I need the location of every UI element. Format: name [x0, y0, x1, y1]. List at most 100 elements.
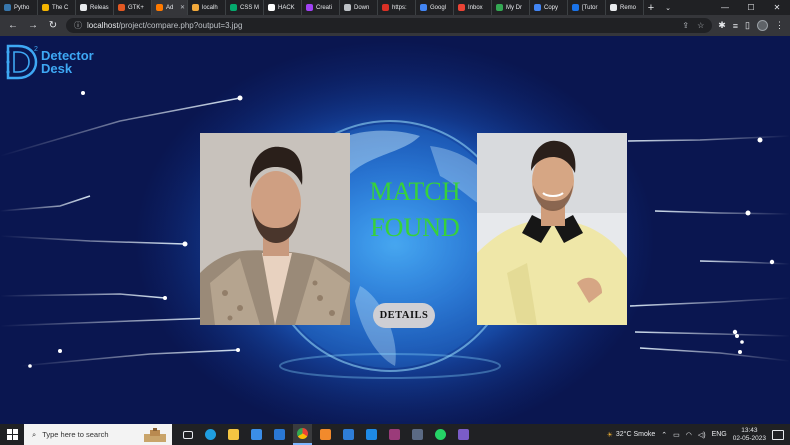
browser-tab[interactable]: [Tutor: [568, 0, 606, 15]
chrome-taskbar-icon[interactable]: [293, 424, 312, 445]
tab-favicon-icon: [306, 4, 313, 11]
browser-tab[interactable]: The C: [38, 0, 76, 15]
tab-label: My Dr: [506, 4, 522, 11]
xampp-icon[interactable]: [316, 424, 335, 445]
window-controls: — ☐ ✕: [712, 0, 790, 15]
task-view-icon[interactable]: [178, 424, 197, 445]
weather-text: 32°C Smoke: [615, 431, 656, 438]
address-bar[interactable]: ⓘ localhost/project/compare.php?output=3…: [66, 18, 713, 33]
chevron-down-icon[interactable]: ⌄: [658, 4, 678, 12]
close-window-icon[interactable]: ✕: [764, 0, 790, 15]
network-icon[interactable]: ▭: [673, 431, 680, 439]
browser-tab[interactable]: https:: [378, 0, 416, 15]
reload-icon[interactable]: ↻: [46, 20, 60, 31]
browser-tab[interactable]: My Dr: [492, 0, 530, 15]
portrait-image: [477, 133, 627, 325]
logo-text-line2: Desk: [41, 61, 73, 76]
taskbar: ⌕ Type here to search ☀ 32°C Smoke ⌃ ▭ ◠…: [0, 424, 790, 445]
match-result-line1: MATCH: [369, 177, 461, 206]
back-icon[interactable]: ←: [6, 20, 20, 31]
tab-favicon-icon: [420, 4, 427, 11]
tab-label: [Tutor: [582, 4, 598, 11]
tab-label: The C: [52, 4, 69, 11]
wifi-icon[interactable]: ◠: [686, 431, 692, 439]
app-icon[interactable]: [408, 424, 427, 445]
start-button[interactable]: [0, 424, 24, 445]
svg-text:2: 2: [34, 46, 38, 53]
minimize-icon[interactable]: —: [712, 0, 738, 15]
browser-tab[interactable]: Remo: [606, 0, 644, 15]
search-highlight-illustration: [144, 427, 166, 442]
vscode-icon[interactable]: [362, 424, 381, 445]
tab-label: Googl: [430, 4, 447, 11]
details-button[interactable]: DETAILS: [373, 303, 435, 328]
extensions-icon[interactable]: ✱: [718, 20, 726, 31]
notification-icon[interactable]: [772, 429, 784, 440]
browser-tab[interactable]: GTK+: [114, 0, 152, 15]
tab-label: HACK: [278, 4, 295, 11]
browser-tab[interactable]: CSS M: [226, 0, 264, 15]
browser-tab[interactable]: Down: [340, 0, 378, 15]
app-icon-2[interactable]: [454, 424, 473, 445]
photos-icon[interactable]: [339, 424, 358, 445]
winrar-icon[interactable]: [385, 424, 404, 445]
browser-tab[interactable]: localh: [188, 0, 226, 15]
reading-list-icon[interactable]: ≡: [733, 21, 738, 31]
clock[interactable]: 13:43 02-05-2023: [733, 427, 766, 443]
browser-tab[interactable]: HACK: [264, 0, 302, 15]
browser-tab[interactable]: Pytho: [0, 0, 38, 15]
tab-label: Down: [354, 4, 370, 11]
forward-icon[interactable]: →: [26, 20, 40, 31]
edge-browser-icon[interactable]: [201, 424, 220, 445]
site-info-icon[interactable]: ⓘ: [74, 20, 82, 31]
language-indicator[interactable]: ENG: [712, 431, 727, 438]
maximize-icon[interactable]: ☐: [738, 0, 764, 15]
profile-avatar-icon[interactable]: [757, 20, 768, 31]
tab-favicon-icon: [496, 4, 503, 11]
tab-strip: Pytho The C Releas GTK+ Ad ✕ localh CSS M HACK Cr…: [0, 0, 790, 15]
whatsapp-icon[interactable]: [431, 424, 450, 445]
browser-tab[interactable]: Copy: [530, 0, 568, 15]
tab-favicon-icon: [4, 4, 11, 11]
tab-label: Releas: [90, 4, 109, 11]
browser-toolbar: ← → ↻ ⓘ localhost/project/compare.php?ou…: [0, 15, 790, 36]
system-tray: ☀ 32°C Smoke ⌃ ▭ ◠ ◁) ENG 13:43 02-05-20…: [607, 427, 790, 443]
tab-favicon-icon: [230, 4, 237, 11]
share-icon[interactable]: ⇪: [682, 21, 689, 30]
volume-icon[interactable]: ◁): [698, 431, 706, 439]
chevron-up-icon[interactable]: ⌃: [661, 431, 667, 439]
side-panel-icon[interactable]: ▯: [745, 20, 750, 31]
tab-label: Copy: [544, 4, 559, 11]
menu-kebab-icon[interactable]: ⋮: [775, 20, 784, 31]
weather-widget[interactable]: ☀ 32°C Smoke: [607, 431, 656, 439]
search-placeholder: Type here to search: [42, 430, 109, 439]
mail-icon[interactable]: [270, 424, 289, 445]
page-viewport: 2 Detector Desk MATCH FOUND DETAILS: [0, 36, 790, 424]
tab-favicon-icon: [458, 4, 465, 11]
store-icon[interactable]: [247, 424, 266, 445]
detector-desk-logo[interactable]: 2 Detector Desk: [4, 42, 94, 82]
windows-logo-icon: [6, 429, 18, 440]
browser-tab[interactable]: Googl: [416, 0, 454, 15]
browser-tab[interactable]: Creati: [302, 0, 340, 15]
tab-favicon-icon: [118, 4, 125, 11]
tab-label: localh: [202, 4, 218, 11]
browser-tab[interactable]: Releas: [76, 0, 114, 15]
new-tab-button[interactable]: +: [644, 2, 658, 14]
bookmark-star-icon[interactable]: ☆: [697, 21, 704, 30]
browser-tab[interactable]: Ad ✕: [152, 0, 188, 15]
tab-label: https:: [392, 4, 407, 11]
match-result-line2: FOUND: [370, 213, 460, 242]
tab-favicon-icon: [344, 4, 351, 11]
tab-label: GTK+: [128, 4, 144, 11]
weather-sun-icon: ☀: [606, 431, 613, 439]
file-explorer-icon[interactable]: [224, 424, 243, 445]
search-icon: ⌕: [32, 429, 37, 439]
url-path: /project/compare.php?output=3.jpg: [118, 21, 243, 30]
close-tab-icon[interactable]: ✕: [180, 4, 185, 11]
tab-label: Creati: [316, 4, 333, 11]
browser-tab[interactable]: Inbox: [454, 0, 492, 15]
taskbar-search-box[interactable]: ⌕ Type here to search: [24, 424, 172, 445]
tab-favicon-icon: [156, 4, 163, 11]
tab-label: Remo: [620, 4, 637, 11]
